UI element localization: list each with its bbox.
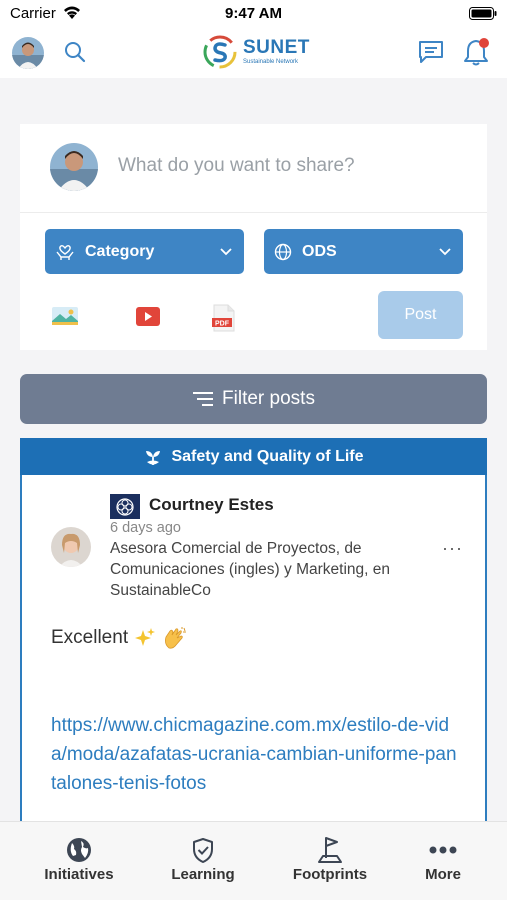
post-link[interactable]: https://www.chicmagazine.com.mx/estilo-d… bbox=[51, 711, 461, 798]
filter-posts-button[interactable]: Filter posts bbox=[20, 374, 487, 424]
globe-icon bbox=[274, 243, 292, 261]
share-input[interactable] bbox=[118, 152, 458, 180]
clock: 9:47 AM bbox=[225, 5, 282, 22]
post-time: 6 days ago bbox=[110, 520, 181, 536]
author-name[interactable]: Courtney Estes bbox=[149, 495, 274, 515]
pdf-icon[interactable]: PDF bbox=[211, 304, 237, 337]
nav-label: Learning bbox=[171, 866, 235, 883]
nav-label: More bbox=[425, 866, 461, 883]
category-dropdown[interactable]: Category bbox=[45, 229, 244, 274]
chat-icon[interactable] bbox=[418, 40, 444, 69]
globe-icon bbox=[66, 836, 92, 864]
chevron-down-icon bbox=[220, 247, 232, 256]
divider bbox=[20, 212, 487, 213]
sparkles-icon bbox=[134, 627, 156, 649]
clapping-hands-icon bbox=[162, 626, 188, 650]
author-avatar[interactable] bbox=[51, 527, 91, 567]
more-options-icon[interactable]: ··· bbox=[442, 538, 463, 559]
nav-label: Footprints bbox=[292, 866, 368, 883]
logo-title: SUNET bbox=[243, 37, 310, 58]
composer-avatar bbox=[50, 143, 98, 191]
category-label: Category bbox=[85, 242, 155, 260]
ods-dropdown[interactable]: ODS bbox=[264, 229, 463, 274]
author-role: Asesora Comercial de Proyectos, de Comun… bbox=[110, 540, 390, 599]
image-icon[interactable] bbox=[51, 304, 79, 333]
nav-label: Initiatives bbox=[44, 866, 114, 883]
sunet-logo: SUNET Sustainable Network bbox=[202, 34, 310, 70]
flag-icon bbox=[317, 836, 343, 864]
org-logo bbox=[110, 494, 140, 519]
nav-initiatives[interactable]: Initiatives bbox=[29, 836, 129, 883]
banner-label: Safety and Quality of Life bbox=[171, 447, 364, 465]
filter-icon bbox=[192, 391, 214, 407]
status-bar: Carrier 9:47 AM bbox=[0, 0, 507, 28]
chevron-down-icon bbox=[439, 247, 451, 256]
nav-learning[interactable]: Learning bbox=[153, 836, 253, 883]
post-body: Excellent bbox=[51, 626, 188, 650]
logo-subtitle: Sustainable Network bbox=[243, 59, 299, 65]
post-button[interactable]: Post bbox=[378, 291, 463, 339]
post-text: Excellent bbox=[51, 627, 129, 648]
app-header: SUNET Sustainable Network bbox=[0, 28, 507, 78]
shield-check-icon bbox=[191, 836, 215, 864]
sprout-icon bbox=[143, 447, 163, 467]
more-dots-icon bbox=[429, 836, 457, 864]
video-icon[interactable] bbox=[135, 304, 161, 333]
nav-footprints[interactable]: Footprints bbox=[280, 836, 380, 883]
avatar[interactable] bbox=[12, 37, 44, 69]
bottom-nav: Initiatives Learning Footprints More bbox=[0, 821, 507, 900]
pdf-badge-text: PDF bbox=[215, 321, 230, 328]
notification-dot bbox=[479, 38, 489, 48]
search-icon[interactable] bbox=[63, 40, 87, 69]
bell-icon[interactable] bbox=[463, 37, 491, 72]
share-composer: Category ODS PDF Post bbox=[20, 124, 487, 350]
post-card: Safety and Quality of Life Courtney Este… bbox=[20, 438, 487, 838]
filter-label: Filter posts bbox=[222, 388, 315, 409]
post-category-banner: Safety and Quality of Life bbox=[20, 438, 487, 475]
ods-label: ODS bbox=[302, 242, 337, 260]
battery-icon bbox=[469, 7, 497, 25]
sunet-logo-icon bbox=[203, 35, 237, 69]
nav-more[interactable]: More bbox=[393, 836, 493, 883]
hands-heart-icon bbox=[55, 242, 75, 262]
